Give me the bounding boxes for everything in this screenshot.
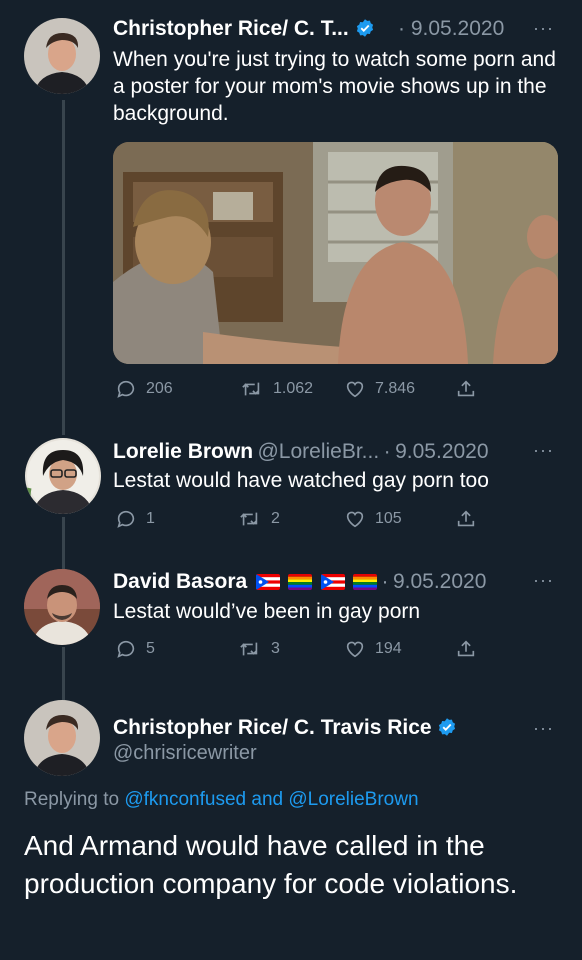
reply-button[interactable]: 206 — [115, 378, 173, 400]
verified-icon — [437, 717, 457, 743]
replying-to: Replying to @fknconfused and @LorelieBro… — [24, 789, 419, 811]
like-count: 105 — [375, 510, 402, 527]
retweet-count: 1.062 — [273, 380, 314, 397]
author-handle[interactable]: @chrisricewriter — [113, 742, 257, 765]
author-name[interactable]: Christopher Rice/ C. T... — [113, 17, 349, 40]
replying-to-label: Replying to — [24, 789, 120, 810]
more-icon[interactable]: ··· — [533, 440, 554, 461]
thread-line — [62, 517, 65, 570]
verified-icon — [355, 18, 375, 44]
share-icon — [455, 508, 477, 530]
reply-icon — [115, 508, 137, 530]
like-icon — [344, 508, 366, 530]
author-name[interactable]: Lorelie Brown — [113, 440, 253, 463]
retweet-count: 2 — [271, 510, 280, 527]
tweet-image[interactable] — [113, 142, 558, 364]
retweet-icon — [240, 378, 264, 400]
avatar[interactable] — [25, 438, 101, 514]
author-name[interactable]: Christopher Rice/ C. Travis Rice — [113, 716, 432, 739]
retweet-button[interactable]: 3 — [238, 638, 280, 660]
separator: · — [398, 17, 405, 40]
more-icon[interactable]: ··· — [533, 18, 554, 39]
tweet-date[interactable]: 9.05.2020 — [395, 440, 488, 463]
main-tweet-text: And Armand would have called in the prod… — [24, 830, 518, 899]
tweet-text: When you're just trying to watch some po… — [113, 48, 556, 125]
author-handle[interactable]: @LorelieBr... — [257, 440, 379, 463]
share-icon — [455, 378, 477, 400]
avatar[interactable] — [24, 700, 100, 776]
reply-handle-link[interactable]: @LorelieBrown — [288, 789, 418, 810]
puerto-rico-flag-icon — [320, 574, 345, 590]
avatar[interactable] — [24, 18, 100, 94]
rainbow-flag-icon — [288, 574, 313, 590]
like-icon — [344, 378, 366, 400]
share-button[interactable] — [455, 508, 477, 530]
share-button[interactable] — [455, 638, 477, 660]
like-button[interactable]: 105 — [344, 508, 402, 530]
reply-count: 1 — [146, 510, 155, 527]
thread-line — [62, 100, 65, 435]
separator: · — [381, 570, 389, 593]
reply-count: 5 — [146, 640, 155, 657]
retweet-button[interactable]: 2 — [238, 508, 280, 530]
reply-button[interactable]: 1 — [115, 508, 155, 530]
reply-button[interactable]: 5 — [115, 638, 155, 660]
retweet-icon — [238, 638, 262, 660]
tweet-date[interactable]: 9.05.2020 — [411, 17, 504, 40]
reply-handle-link[interactable]: @fknconfused — [124, 789, 246, 810]
retweet-button[interactable]: 1.062 — [240, 378, 313, 400]
tweet-text: Lestat would’ve been in gay porn — [113, 600, 421, 623]
share-button[interactable] — [455, 378, 477, 400]
like-icon — [344, 638, 366, 660]
like-button[interactable]: 194 — [344, 638, 402, 660]
separator: · — [383, 440, 391, 463]
reply-count: 206 — [146, 380, 173, 397]
more-icon[interactable]: ··· — [533, 570, 554, 591]
retweet-count: 3 — [271, 640, 280, 657]
reply-icon — [115, 378, 137, 400]
author-name[interactable]: David Basora — [113, 570, 247, 593]
like-count: 194 — [375, 640, 402, 657]
thread-line — [62, 647, 65, 702]
like-button[interactable]: 7.846 — [344, 378, 415, 400]
retweet-icon — [238, 508, 262, 530]
tweet-date[interactable]: 9.05.2020 — [393, 570, 486, 593]
reply-and: and — [251, 789, 284, 810]
share-icon — [455, 638, 477, 660]
reply-icon — [115, 638, 137, 660]
more-icon[interactable]: ··· — [533, 718, 554, 739]
rainbow-flag-icon — [353, 574, 378, 590]
avatar[interactable] — [24, 569, 100, 645]
tweet-text: Lestat would have watched gay porn too — [113, 469, 489, 492]
puerto-rico-flag-icon — [255, 574, 280, 590]
like-count: 7.846 — [375, 380, 416, 397]
